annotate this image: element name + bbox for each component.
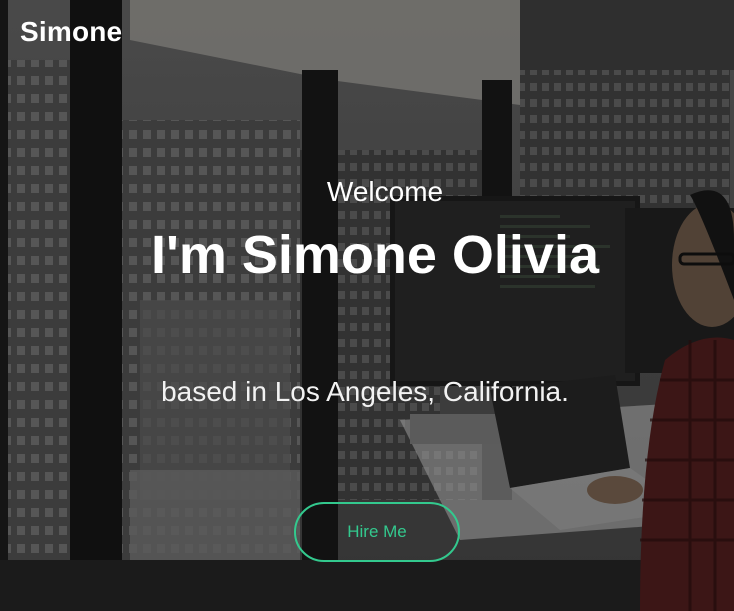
brand-logo-text[interactable]: Simone bbox=[20, 16, 122, 48]
hero-section: Simone Welcome I'm Simone Olivia based i… bbox=[0, 0, 734, 611]
hire-me-button[interactable]: Hire Me bbox=[294, 502, 460, 562]
hero-location-text: based in Los Angeles, California. bbox=[161, 376, 569, 407]
hero-name-heading: I'm Simone Olivia bbox=[151, 225, 599, 285]
hero-welcome-text: Welcome bbox=[326, 176, 444, 207]
